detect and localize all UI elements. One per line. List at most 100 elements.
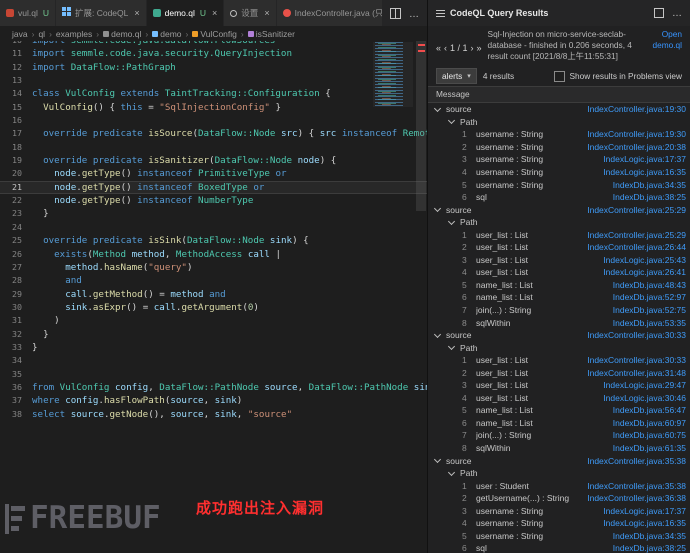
code-line[interactable]: 22 node.getType() instanceof NumberType bbox=[0, 194, 427, 207]
step-location-link[interactable]: IndexDb.java:53:35 bbox=[607, 318, 686, 328]
step-location-link[interactable]: IndexLogic.java:30:46 bbox=[597, 393, 686, 403]
code-line[interactable]: 14 class VulConfig extends TaintTracking:… bbox=[0, 87, 427, 100]
result-location-link[interactable]: IndexController.java:25:29 bbox=[581, 205, 686, 215]
chevron-down-icon[interactable] bbox=[433, 456, 442, 464]
code-line[interactable]: 15 VulConfig() { this = "SqlInjectionCon… bbox=[0, 101, 427, 114]
code-line[interactable]: 28 and bbox=[0, 274, 427, 287]
step-location-link[interactable]: IndexController.java:19:30 bbox=[581, 129, 686, 139]
step-location-link[interactable]: IndexController.java:26:44 bbox=[581, 242, 686, 252]
tab-2[interactable]: 扩展: CodeQL bbox=[55, 0, 147, 26]
path-step-row[interactable]: 2 user_list : List IndexController.java:31… bbox=[428, 366, 690, 379]
path-step-row[interactable]: 1 user : Student IndexController.java:35:3… bbox=[428, 479, 690, 492]
chevron-down-icon[interactable] bbox=[447, 217, 456, 225]
scrollbar-thumb[interactable] bbox=[416, 41, 426, 211]
step-location-link[interactable]: IndexController.java:36:38 bbox=[581, 493, 686, 503]
open-query-link[interactable]: Open demo.ql bbox=[642, 29, 682, 66]
breadcrumb-item-ql[interactable]: ql bbox=[38, 29, 45, 39]
path-step-row[interactable]: 4 user_list : List IndexLogic.java:26:41 bbox=[428, 266, 690, 279]
chevron-down-icon[interactable] bbox=[447, 468, 456, 476]
breadcrumb-item-demo.ql[interactable]: demo.ql bbox=[103, 29, 141, 39]
code-line[interactable]: 24 bbox=[0, 221, 427, 234]
step-location-link[interactable]: IndexDb.java:61:35 bbox=[607, 443, 686, 453]
path-step-row[interactable]: 4 username : String IndexLogic.java:16:35 bbox=[428, 166, 690, 179]
chevron-down-icon[interactable] bbox=[433, 205, 442, 213]
code-line[interactable]: 20 node.getType() instanceof PrimitiveTy… bbox=[0, 167, 427, 180]
code-line[interactable]: 35 bbox=[0, 368, 427, 381]
code-line[interactable]: 38 select source.getNode(), source, sink,… bbox=[0, 408, 427, 421]
path-row[interactable]: Path bbox=[428, 467, 690, 480]
step-location-link[interactable]: IndexDb.java:48:43 bbox=[607, 280, 686, 290]
tab-4[interactable]: 设置 bbox=[224, 0, 277, 26]
result-source-row[interactable]: source IndexController.java:25:29 bbox=[428, 203, 690, 216]
breadcrumb-item-isSanitizer[interactable]: isSanitizer bbox=[247, 29, 295, 39]
path-step-row[interactable]: 2 user_list : List IndexController.java:26… bbox=[428, 241, 690, 254]
path-step-row[interactable]: 4 user_list : List IndexLogic.java:30:46 bbox=[428, 392, 690, 405]
step-location-link[interactable]: IndexLogic.java:17:37 bbox=[597, 506, 686, 516]
minimap[interactable] bbox=[373, 42, 413, 107]
view-select[interactable]: alerts ▾ bbox=[436, 68, 477, 84]
path-step-row[interactable]: 3 user_list : List IndexLogic.java:25:43 bbox=[428, 254, 690, 267]
step-location-link[interactable]: IndexController.java:31:48 bbox=[581, 368, 686, 378]
step-location-link[interactable]: IndexLogic.java:25:43 bbox=[597, 255, 686, 265]
code-line[interactable]: 34 bbox=[0, 354, 427, 367]
code-line[interactable]: 37 where config.hasFlowPath(source, sink) bbox=[0, 394, 427, 407]
code-line[interactable]: 19 override predicate isSanitizer(DataFl… bbox=[0, 154, 427, 167]
chevron-down-icon[interactable] bbox=[447, 343, 456, 351]
split-editor-icon[interactable] bbox=[390, 7, 401, 19]
step-location-link[interactable]: IndexDb.java:34:35 bbox=[607, 531, 686, 541]
chevron-down-icon[interactable] bbox=[433, 330, 442, 338]
path-step-row[interactable]: 7 join(...) : String IndexDb.java:52:75 bbox=[428, 304, 690, 317]
step-location-link[interactable]: IndexLogic.java:16:35 bbox=[597, 518, 686, 528]
code-line[interactable]: 31 ) bbox=[0, 314, 427, 327]
path-step-row[interactable]: 1 user_list : List IndexController.java:30… bbox=[428, 354, 690, 367]
path-step-row[interactable]: 6 sql IndexDb.java:38:25 bbox=[428, 542, 690, 553]
step-location-link[interactable]: IndexDb.java:56:47 bbox=[607, 405, 686, 415]
path-step-row[interactable]: 5 username : String IndexDb.java:34:35 bbox=[428, 530, 690, 543]
breadcrumb-item-demo[interactable]: demo bbox=[152, 29, 182, 39]
tab-5[interactable]: IndexController.java (只读) bbox=[276, 0, 382, 26]
path-step-row[interactable]: 5 username : String IndexDb.java:34:35 bbox=[428, 178, 690, 191]
result-location-link[interactable]: IndexController.java:30:33 bbox=[581, 330, 686, 340]
step-location-link[interactable]: IndexController.java:30:33 bbox=[581, 355, 686, 365]
code-line[interactable]: 12 import DataFlow::PathGraph bbox=[0, 61, 427, 74]
step-location-link[interactable]: IndexLogic.java:26:41 bbox=[597, 267, 686, 277]
chevron-down-icon[interactable] bbox=[433, 104, 442, 112]
panel-more-icon[interactable] bbox=[672, 8, 682, 19]
first-page-icon[interactable]: « bbox=[436, 43, 441, 53]
step-location-link[interactable]: IndexDb.java:52:75 bbox=[607, 305, 686, 315]
code-line[interactable]: 33} bbox=[0, 341, 427, 354]
code-line[interactable]: 11 import semmle.code.java.security.Query… bbox=[0, 47, 427, 60]
maximize-panel-icon[interactable] bbox=[654, 8, 664, 18]
breadcrumb-item-java[interactable]: java bbox=[12, 29, 28, 39]
close-tab-icon[interactable] bbox=[264, 8, 269, 18]
step-location-link[interactable]: IndexController.java:25:29 bbox=[581, 230, 686, 240]
step-location-link[interactable]: IndexLogic.java:29:47 bbox=[597, 380, 686, 390]
path-step-row[interactable]: 7 join(...) : String IndexDb.java:60:75 bbox=[428, 429, 690, 442]
code-line[interactable]: 27 method.hasName("query") bbox=[0, 261, 427, 274]
step-location-link[interactable]: IndexDb.java:38:25 bbox=[607, 192, 686, 202]
code-line[interactable]: 26 exists(Method method, MethodAccess ca… bbox=[0, 248, 427, 261]
code-line[interactable]: 32 } bbox=[0, 328, 427, 341]
result-location-link[interactable]: IndexController.java:19:30 bbox=[581, 104, 686, 114]
code-line[interactable]: 13 bbox=[0, 74, 427, 87]
editor-scrollbar[interactable] bbox=[414, 41, 427, 553]
step-location-link[interactable]: IndexDb.java:60:75 bbox=[607, 430, 686, 440]
result-source-row[interactable]: source IndexController.java:35:38 bbox=[428, 454, 690, 467]
code-editor[interactable]: 10import semmle.code.java.dataflow.FlowS… bbox=[0, 41, 427, 553]
path-step-row[interactable]: 6 name_list : List IndexDb.java:52:97 bbox=[428, 291, 690, 304]
result-location-link[interactable]: IndexController.java:35:38 bbox=[581, 456, 686, 466]
path-step-row[interactable]: 8 sqlWithin IndexDb.java:53:35 bbox=[428, 316, 690, 329]
step-location-link[interactable]: IndexDb.java:34:35 bbox=[607, 180, 686, 190]
path-step-row[interactable]: 5 name_list : List IndexDb.java:48:43 bbox=[428, 279, 690, 292]
path-row[interactable]: Path bbox=[428, 116, 690, 129]
step-location-link[interactable]: IndexLogic.java:17:37 bbox=[597, 154, 686, 164]
tab-1[interactable]: vul.ql U bbox=[0, 0, 56, 26]
path-step-row[interactable]: 1 user_list : List IndexController.java:25… bbox=[428, 228, 690, 241]
step-location-link[interactable]: IndexController.java:35:38 bbox=[581, 481, 686, 491]
path-step-row[interactable]: 5 name_list : List IndexDb.java:56:47 bbox=[428, 404, 690, 417]
chevron-down-icon[interactable] bbox=[447, 117, 456, 125]
step-location-link[interactable]: IndexLogic.java:16:35 bbox=[597, 167, 686, 177]
breadcrumb-item-VulConfig[interactable]: VulConfig bbox=[192, 29, 237, 39]
path-step-row[interactable]: 3 username : String IndexLogic.java:17:37 bbox=[428, 505, 690, 518]
path-step-row[interactable]: 2 getUsername(...) : String IndexControlle… bbox=[428, 492, 690, 505]
